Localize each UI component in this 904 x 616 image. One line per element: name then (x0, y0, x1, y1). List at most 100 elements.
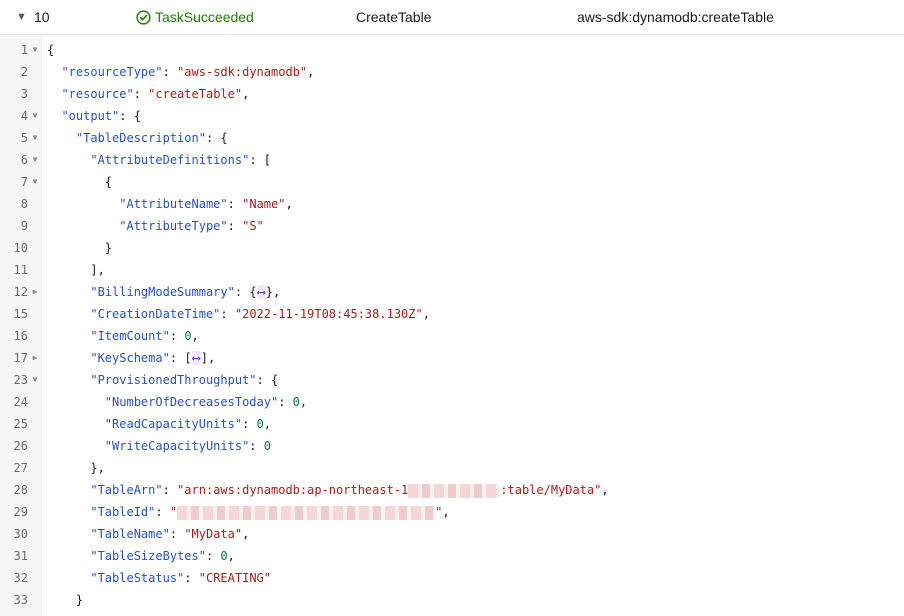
line-number: 9 (20, 219, 28, 233)
line-code: "ItemCount": 0, (90, 329, 199, 343)
fold-open-icon[interactable]: ▼ (31, 171, 39, 193)
code-line: 26 "WriteCapacityUnits": 0 (0, 435, 904, 457)
code-line: 10 } (0, 237, 904, 259)
fold-open-icon[interactable]: ▼ (31, 105, 39, 127)
code-line: 29 "TableId": " ", (0, 501, 904, 523)
code-line: 1 ▼ { (0, 39, 904, 61)
line-code: "TableStatus": "CREATING" (90, 571, 271, 585)
line-number: 17 (13, 351, 28, 365)
code-line: 28 "TableArn": "arn:aws:dynamodb:ap-nort… (0, 479, 904, 501)
line-number: 11 (13, 263, 28, 277)
collapsed-section-toggle[interactable]: ⟷ (256, 285, 266, 299)
line-code: "WriteCapacityUnits": 0 (104, 439, 271, 453)
code-line: 31 "TableSizeBytes": 0, (0, 545, 904, 567)
code-line: 33 } (0, 589, 904, 611)
status-label: TaskSucceeded (155, 9, 254, 25)
code-line: 5 ▼ "TableDescription": { (0, 127, 904, 149)
collapsed-section-toggle[interactable]: ⟷ (191, 351, 201, 365)
line-number: 24 (13, 395, 28, 409)
line-code: "TableDescription": { (75, 131, 228, 145)
line-code: "AttributeDefinitions": [ (90, 153, 272, 167)
fold-open-icon[interactable]: ▼ (31, 127, 39, 149)
code-line: 12 ▶ "BillingModeSummary": {⟷}, (0, 281, 904, 303)
line-number: 12 (13, 285, 28, 299)
line-code: "CreationDateTime": "2022-11-19T08:45:38… (90, 307, 430, 321)
code-lines: 1 ▼{2 "resourceType": "aws-sdk:dynamodb",… (0, 35, 904, 611)
status-badge: TaskSucceeded (136, 0, 254, 34)
code-line: 6 ▼ "AttributeDefinitions": [ (0, 149, 904, 171)
line-number: 25 (13, 417, 28, 431)
line-code: "TableArn": "arn:aws:dynamodb:ap-northea… (90, 483, 609, 498)
code-line: 30 "TableName": "MyData", (0, 523, 904, 545)
code-line: 23 ▼ "ProvisionedThroughput": { (0, 369, 904, 391)
line-number: 32 (13, 571, 28, 585)
line-number: 31 (13, 549, 28, 563)
line-code: "NumberOfDecreasesToday": 0, (104, 395, 308, 409)
fold-open-icon[interactable]: ▼ (31, 369, 39, 391)
fold-open-icon[interactable]: ▼ (31, 39, 39, 61)
line-number: 2 (20, 65, 28, 79)
line-code: } (47, 593, 84, 607)
line-code: "AttributeType": "S" (119, 219, 264, 233)
code-line: 25 "ReadCapacityUnits": 0, (0, 413, 904, 435)
collapse-caret-icon[interactable]: ▼ (16, 0, 27, 34)
event-id: 10 (34, 9, 50, 25)
code-line: 17 ▶ "KeySchema": [⟷], (0, 347, 904, 369)
line-number: 33 (13, 593, 28, 607)
line-code: { (47, 175, 113, 189)
line-number: 29 (13, 505, 28, 519)
line-number: 10 (13, 241, 28, 255)
code-line: 3 "resource": "createTable", (0, 83, 904, 105)
line-number: 28 (13, 483, 28, 497)
check-circle-icon (136, 9, 151, 25)
step-name: CreateTable (356, 9, 432, 25)
line-code: "resourceType": "aws-sdk:dynamodb", (61, 65, 315, 79)
line-number: 3 (20, 87, 28, 101)
code-line: 8 "AttributeName": "Name", (0, 193, 904, 215)
line-code: "ProvisionedThroughput": { (90, 373, 279, 387)
line-number: 8 (20, 197, 28, 211)
json-code-editor[interactable]: 1 ▼{2 "resourceType": "aws-sdk:dynamodb",… (0, 35, 904, 616)
line-number: 16 (13, 329, 28, 343)
code-line: 2 "resourceType": "aws-sdk:dynamodb", (0, 61, 904, 83)
fold-open-icon[interactable]: ▼ (31, 149, 39, 171)
line-code: "AttributeName": "Name", (119, 197, 293, 211)
code-line: 4 ▼ "output": { (0, 105, 904, 127)
line-code: } (47, 241, 113, 255)
line-code: ], (47, 263, 105, 277)
line-code: { (47, 43, 55, 57)
fold-closed-icon[interactable]: ▶ (31, 281, 39, 303)
line-number: 15 (13, 307, 28, 321)
line-number: 7 (20, 175, 28, 189)
line-code: "KeySchema": [⟷], (90, 351, 216, 365)
line-number: 6 (20, 153, 28, 167)
line-number: 30 (13, 527, 28, 541)
line-code: "TableName": "MyData", (90, 527, 250, 541)
line-number: 26 (13, 439, 28, 453)
code-line: 27 }, (0, 457, 904, 479)
code-line: 15 "CreationDateTime": "2022-11-19T08:45… (0, 303, 904, 325)
code-line: 16 "ItemCount": 0, (0, 325, 904, 347)
line-code: "TableId": " ", (90, 505, 450, 520)
line-number: 5 (20, 131, 28, 145)
resource-type: aws-sdk:dynamodb:createTable (577, 9, 774, 25)
code-line: 7 ▼ { (0, 171, 904, 193)
line-code: "TableSizeBytes": 0, (90, 549, 235, 563)
line-number: 27 (13, 461, 28, 475)
line-number: 23 (13, 373, 28, 387)
line-number: 1 (20, 43, 28, 57)
redacted-table-id (177, 505, 436, 520)
code-line: 32 "TableStatus": "CREATING" (0, 567, 904, 589)
code-line: 11 ], (0, 259, 904, 281)
line-code: "output": { (61, 109, 141, 123)
code-line: 9 "AttributeType": "S" (0, 215, 904, 237)
line-code: }, (47, 461, 105, 475)
line-code: "BillingModeSummary": {⟷}, (90, 285, 281, 299)
line-code: "resource": "createTable", (61, 87, 250, 101)
fold-closed-icon[interactable]: ▶ (31, 347, 39, 369)
line-code: "ReadCapacityUnits": 0, (104, 417, 272, 431)
redacted-account-id (408, 483, 501, 498)
line-number: 4 (20, 109, 28, 123)
code-line: 24 "NumberOfDecreasesToday": 0, (0, 391, 904, 413)
execution-event-row[interactable]: ▼ 10 TaskSucceeded CreateTable aws-sdk:d… (0, 0, 904, 35)
